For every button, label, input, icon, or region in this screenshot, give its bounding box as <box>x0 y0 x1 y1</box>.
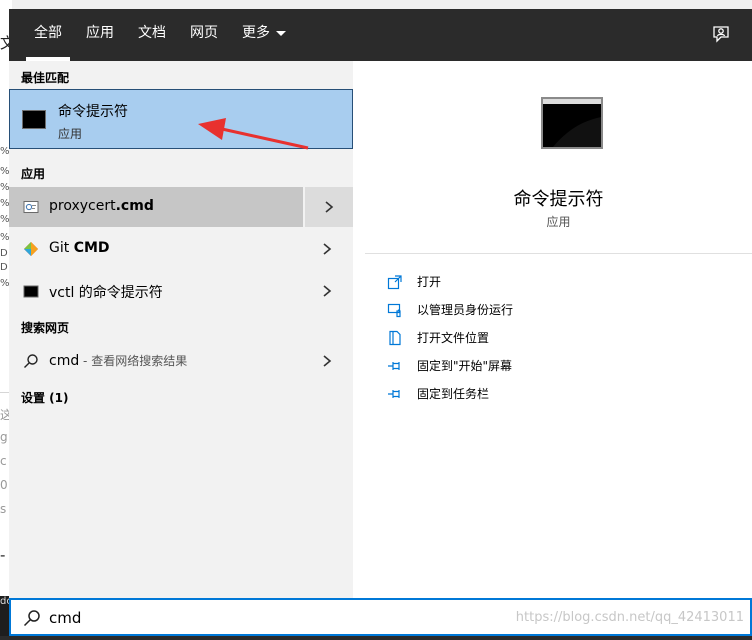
expand-button[interactable] <box>303 187 353 227</box>
divider <box>365 253 752 254</box>
app-item-label: vctl 的命令提示符 <box>49 285 163 301</box>
action-label: 固定到"开始"屏幕 <box>417 359 513 373</box>
run-as-admin-icon <box>387 302 403 318</box>
app-item-proxycert[interactable]: proxycert.cmd <box>9 187 353 227</box>
expand-button[interactable] <box>303 341 353 381</box>
detail-title: 命令提示符 <box>513 189 604 210</box>
chevron-down-icon <box>276 30 286 36</box>
chevron-right-icon <box>323 285 332 297</box>
app-large-icon <box>541 97 603 149</box>
tab-more[interactable]: 更多 <box>242 9 286 61</box>
pin-icon <box>387 386 403 402</box>
start-search-panel: 全部 应用 文档 网页 更多 最佳匹配 命令提示符 应用 应用 proxycer… <box>9 9 752 599</box>
detail-subtitle: 应用 <box>546 215 571 229</box>
app-item-vctl[interactable]: vctl 的命令提示符 <box>9 271 353 311</box>
tab-apps[interactable]: 应用 <box>86 9 114 61</box>
tab-bar: 全部 应用 文档 网页 更多 <box>9 9 752 61</box>
search-icon <box>23 609 41 631</box>
app-item-git-cmd[interactable]: Git CMD <box>9 229 353 269</box>
section-best-match: 最佳匹配 <box>21 71 70 85</box>
search-bar[interactable]: https://blog.csdn.net/qq_42413011 <box>9 598 752 636</box>
tab-web[interactable]: 网页 <box>190 9 218 61</box>
best-match-title: 命令提示符 <box>58 104 128 120</box>
expand-button[interactable] <box>303 271 353 311</box>
feedback-icon[interactable] <box>710 23 732 45</box>
web-search-label: cmd - 查看网络搜索结果 <box>49 353 188 369</box>
chevron-right-icon <box>325 201 334 213</box>
expand-button[interactable] <box>303 229 353 269</box>
pin-icon <box>387 358 403 374</box>
action-label: 打开 <box>417 275 442 289</box>
cert-file-icon <box>23 199 39 215</box>
search-icon <box>23 353 39 369</box>
taskbar-corner: dc <box>0 596 9 640</box>
watermark: https://blog.csdn.net/qq_42413011 <box>515 610 744 625</box>
action-label: 打开文件位置 <box>417 331 490 345</box>
action-label: 固定到任务栏 <box>417 387 490 401</box>
console-icon <box>23 283 39 299</box>
console-icon <box>22 110 46 129</box>
section-settings[interactable]: 设置 (1) <box>21 389 69 406</box>
file-location-icon <box>387 330 403 346</box>
git-icon <box>23 241 39 257</box>
action-label: 以管理员身份运行 <box>417 303 514 317</box>
section-search-web: 搜索网页 <box>21 321 70 335</box>
app-item-label: proxycert.cmd <box>49 198 154 214</box>
app-item-label: Git CMD <box>49 240 110 256</box>
web-search-item[interactable]: cmd - 查看网络搜索结果 <box>9 341 353 381</box>
best-match-item[interactable]: 命令提示符 应用 <box>9 89 353 149</box>
search-input[interactable] <box>49 606 449 630</box>
detail-pane: 命令提示符 应用 打开 以管理员身份运行 打开文件位置 固定到"开始"屏幕 固定… <box>365 71 752 599</box>
results-list: 最佳匹配 命令提示符 应用 应用 proxycert.cmd Git CMD v… <box>9 61 353 599</box>
tab-all[interactable]: 全部 <box>26 9 70 61</box>
chevron-right-icon <box>323 355 332 367</box>
taskbar-strip <box>0 636 752 640</box>
best-match-subtitle: 应用 <box>58 127 83 141</box>
chevron-right-icon <box>323 243 332 255</box>
tab-documents[interactable]: 文档 <box>138 9 166 61</box>
open-icon <box>387 274 403 290</box>
section-apps: 应用 <box>21 167 46 181</box>
